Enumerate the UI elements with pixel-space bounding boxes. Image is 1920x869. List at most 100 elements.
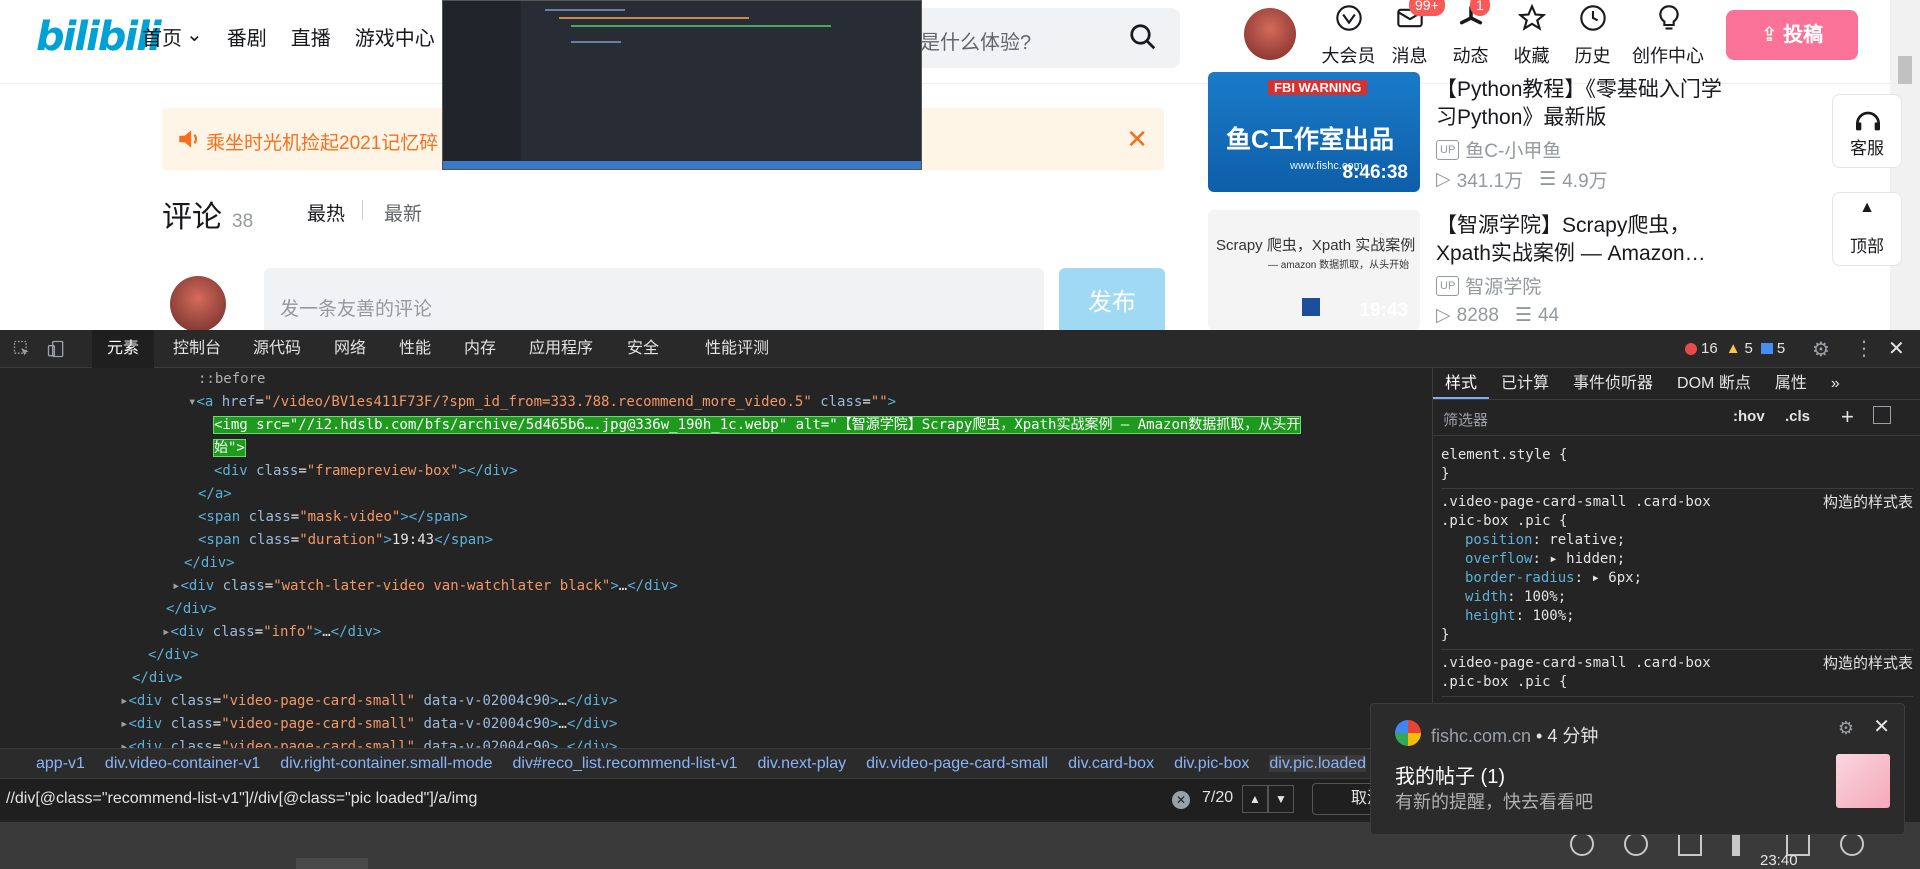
dom-node[interactable]: ▸<div class="video-page-card-small" data… bbox=[120, 736, 617, 748]
network-icon[interactable] bbox=[1570, 832, 1594, 856]
creator-center-button[interactable]: 创作中心 bbox=[1623, 0, 1713, 70]
more-menu-icon[interactable]: ⋮ bbox=[1854, 336, 1874, 361]
comment-input[interactable]: 发一条友善的评论 bbox=[264, 268, 1044, 338]
style-property[interactable]: height: 100%; bbox=[1441, 607, 1913, 626]
nav-anime[interactable]: 番剧 bbox=[227, 22, 267, 51]
dynamic-button[interactable]: 1 动态 bbox=[1440, 0, 1501, 70]
favorites-button[interactable]: 收藏 bbox=[1501, 0, 1562, 70]
dom-node[interactable]: ▾<a href="/video/BV1es411F73F/?spm_id_fr… bbox=[188, 391, 896, 414]
dom-node[interactable]: ::before bbox=[198, 368, 265, 391]
vip-button[interactable]: 大会员 bbox=[1318, 0, 1379, 70]
dom-node[interactable]: ▸<div class="watch-later-video van-watch… bbox=[172, 575, 678, 598]
style-property[interactable]: overflow: ▸ hidden; bbox=[1441, 550, 1913, 569]
tab-application[interactable]: 应用程序 bbox=[514, 330, 608, 368]
tab-dom-breakpoints[interactable]: DOM 断点 bbox=[1665, 368, 1763, 399]
rule-source[interactable]: 构造的样式表 bbox=[1823, 654, 1913, 673]
dom-node[interactable]: </div> bbox=[132, 667, 183, 690]
info-count[interactable]: 5 bbox=[1760, 340, 1785, 357]
close-devtools-icon[interactable]: ✕ bbox=[1888, 336, 1905, 361]
error-count[interactable]: 16 bbox=[1685, 340, 1718, 357]
cls-toggle[interactable]: .cls bbox=[1785, 408, 1810, 425]
notice-text[interactable]: 乘坐时光机捡起2021记忆碎 bbox=[206, 128, 438, 155]
gear-icon[interactable]: ⚙ bbox=[1812, 337, 1830, 362]
volume-icon[interactable] bbox=[1732, 832, 1756, 856]
dom-node[interactable]: </div> bbox=[184, 552, 235, 575]
dom-search-input[interactable] bbox=[6, 785, 1186, 813]
new-rule-icon[interactable]: + bbox=[1841, 404, 1854, 430]
notification-toast[interactable]: fishc.com.cn • 4 分钟 ⚙ ✕ 我的帖子 (1) 有新的提醒，快… bbox=[1370, 703, 1905, 835]
breadcrumb-item[interactable]: app-v1 bbox=[36, 755, 85, 772]
search-input[interactable]: 是什么体验? bbox=[880, 8, 1180, 68]
dom-node[interactable]: ▸<div class="info">…</div> bbox=[162, 621, 381, 644]
sidebar-toggle-icon[interactable] bbox=[1873, 406, 1891, 424]
history-button[interactable]: 历史 bbox=[1562, 0, 1623, 70]
tab-performance[interactable]: 性能 bbox=[384, 330, 446, 368]
style-rules[interactable]: element.style {} 构造的样式表 .video-page-card-s… bbox=[1441, 442, 1913, 697]
rule-selector[interactable]: .video-page-card-small .card-box .pic-bo… bbox=[1441, 654, 1741, 692]
trash-icon[interactable] bbox=[1678, 832, 1702, 856]
dom-node[interactable]: <div class="framepreview-box"></div> bbox=[214, 460, 517, 483]
style-property[interactable]: position: relative; bbox=[1441, 531, 1913, 550]
video-uploader[interactable]: UP 智源学院 bbox=[1436, 272, 1541, 299]
tab-elements[interactable]: 元素 bbox=[92, 330, 155, 368]
sort-hot[interactable]: 最热 bbox=[307, 199, 345, 226]
nav-live[interactable]: 直播 bbox=[291, 22, 331, 51]
bilibili-logo[interactable]: bilibili bbox=[36, 14, 162, 60]
dom-node[interactable]: </a> bbox=[198, 483, 232, 506]
dom-node[interactable]: <img src="//i2.hdslb.com/bfs/archive/5d4… bbox=[212, 414, 1302, 460]
breadcrumb-item[interactable]: div#reco_list.recommend-list-v1 bbox=[513, 755, 738, 772]
close-icon[interactable]: ✕ bbox=[1126, 124, 1148, 155]
breadcrumb-item[interactable]: div.pic.loaded bbox=[1269, 755, 1367, 772]
style-property[interactable]: border-radius: ▸ 6px; bbox=[1441, 569, 1913, 588]
search-tray-icon[interactable] bbox=[1840, 832, 1864, 856]
prev-match-button[interactable]: ▲ bbox=[1242, 785, 1268, 813]
recommend-card[interactable]: FBI WARNING 鱼C工作室出品 www.fishc.com 8:46:3… bbox=[1208, 72, 1728, 192]
nav-home[interactable]: 首页 bbox=[142, 22, 182, 51]
tab-event-listeners[interactable]: 事件侦听器 bbox=[1561, 368, 1665, 399]
more-tabs-icon[interactable]: » bbox=[1819, 368, 1852, 399]
video-uploader[interactable]: UP 鱼C-小甲鱼 bbox=[1436, 136, 1561, 163]
tab-network[interactable]: 网络 bbox=[319, 330, 381, 368]
sort-new[interactable]: 最新 bbox=[384, 199, 422, 226]
hov-toggle[interactable]: :hov bbox=[1733, 408, 1765, 425]
dom-node[interactable]: </div> bbox=[166, 598, 217, 621]
sync-icon[interactable] bbox=[1624, 832, 1648, 856]
clear-search-icon[interactable]: ✕ bbox=[1172, 791, 1190, 809]
message-button[interactable]: 99+ 消息 bbox=[1379, 0, 1445, 70]
style-property[interactable]: width: 100%; bbox=[1441, 588, 1913, 607]
dom-node[interactable]: <span class="duration">19:43</span> bbox=[198, 529, 493, 552]
scrollbar-thumb[interactable] bbox=[1898, 56, 1912, 84]
rule-selector[interactable]: element.style { bbox=[1441, 446, 1741, 465]
recommend-card[interactable]: Scrapy 爬虫，Xpath 实战案例 — amazon 数据抓取，从头开始 … bbox=[1208, 210, 1728, 330]
dom-node[interactable]: ▸<div class="video-page-card-small" data… bbox=[120, 713, 617, 736]
breadcrumb-item[interactable]: div.next-play bbox=[757, 755, 846, 772]
dom-node[interactable]: <span class="mask-video"></span> bbox=[198, 506, 468, 529]
style-rule[interactable]: element.style {} bbox=[1441, 442, 1913, 489]
video-thumbnail[interactable]: FBI WARNING 鱼C工作室出品 www.fishc.com 8:46:3… bbox=[1208, 72, 1420, 192]
avatar[interactable] bbox=[1244, 8, 1296, 60]
rule-source[interactable]: 构造的样式表 bbox=[1823, 493, 1913, 512]
search-icon[interactable] bbox=[1128, 22, 1158, 52]
tab-properties[interactable]: 属性 bbox=[1763, 368, 1819, 399]
tab-memory[interactable]: 内存 bbox=[449, 330, 511, 368]
tab-lighthouse[interactable]: 性能评测 bbox=[690, 330, 784, 368]
back-to-top-button[interactable]: ▲ 顶部 bbox=[1832, 192, 1902, 266]
tab-computed[interactable]: 已计算 bbox=[1489, 368, 1561, 399]
issue-counts[interactable]: 16 ▲ 5 5 bbox=[1685, 340, 1785, 357]
breadcrumb-item[interactable]: div.video-container-v1 bbox=[105, 755, 260, 772]
video-title[interactable]: 【Python教程】《零基础入门学习Python》最新版 bbox=[1436, 76, 1736, 132]
service-button[interactable]: 客服 bbox=[1832, 94, 1902, 168]
floating-preview-window[interactable] bbox=[442, 0, 922, 170]
breadcrumb-item[interactable]: div.pic-box bbox=[1174, 755, 1249, 772]
filter-input[interactable]: 筛选器 bbox=[1443, 409, 1488, 430]
warning-count[interactable]: ▲ 5 bbox=[1726, 340, 1753, 357]
tab-console[interactable]: 控制台 bbox=[158, 330, 236, 368]
tab-security[interactable]: 安全 bbox=[612, 330, 674, 368]
breadcrumb-item[interactable]: div.right-container.small-mode bbox=[280, 755, 492, 772]
style-rule[interactable]: 构造的样式表 .video-page-card-small .card-box .… bbox=[1441, 489, 1913, 650]
gear-icon[interactable]: ⚙ bbox=[1838, 718, 1854, 739]
publish-button[interactable]: 发布 bbox=[1059, 268, 1165, 338]
nav-game-center[interactable]: 游戏中心 bbox=[355, 22, 435, 51]
device-toggle-icon[interactable] bbox=[46, 339, 66, 359]
breadcrumb-item[interactable]: div.video-page-card-small bbox=[866, 755, 1048, 772]
